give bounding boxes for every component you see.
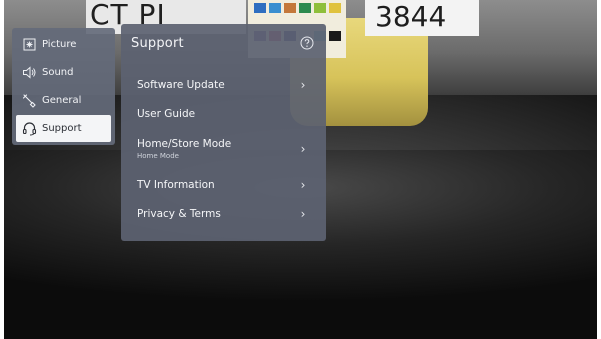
- settings-category-menu: Picture Sound General Support: [12, 28, 115, 145]
- category-item-general[interactable]: General: [16, 87, 111, 114]
- category-item-sound[interactable]: Sound: [16, 59, 111, 86]
- menu-item-text: Software Update: [137, 79, 225, 91]
- chevron-right-icon: ›: [300, 177, 306, 192]
- menu-item-user-guide[interactable]: User Guide: [121, 99, 326, 128]
- color-swatch: [254, 3, 266, 13]
- help-icon[interactable]: [300, 36, 314, 50]
- speaker-icon: [21, 65, 37, 81]
- menu-item-sublabel: Home Mode: [137, 152, 179, 160]
- menu-item-label: Privacy & Terms: [137, 207, 221, 220]
- menu-item-software-update[interactable]: Software Update ›: [121, 70, 326, 99]
- category-item-support[interactable]: Support: [16, 115, 111, 142]
- menu-item-text: Privacy & Terms: [137, 208, 221, 220]
- panel-title: Support: [131, 35, 184, 51]
- support-menu-list: Software Update › User Guide Home/Store …: [121, 62, 326, 228]
- category-item-picture[interactable]: Picture: [16, 31, 111, 58]
- category-label-general: General: [42, 95, 82, 106]
- category-label-support: Support: [42, 123, 82, 134]
- category-label-picture: Picture: [42, 39, 77, 50]
- menu-item-label: User Guide: [137, 107, 196, 120]
- menu-item-label: Home/Store Mode: [137, 138, 232, 150]
- color-swatch: [284, 3, 296, 13]
- menu-item-text: TV Information: [137, 179, 215, 191]
- color-swatch: [329, 3, 341, 13]
- menu-item-label: TV Information: [137, 178, 215, 191]
- picture-icon: [21, 37, 37, 53]
- color-swatch: [329, 30, 341, 41]
- support-panel: Support Software Update › User Guide Hom…: [121, 24, 326, 241]
- background-paper-number: 3844: [365, 0, 479, 36]
- color-swatch: [269, 3, 281, 13]
- support-panel-header: Support: [121, 24, 326, 62]
- chevron-right-icon: ›: [300, 77, 306, 92]
- menu-item-tv-information[interactable]: TV Information ›: [121, 170, 326, 199]
- menu-item-privacy-terms[interactable]: Privacy & Terms ›: [121, 199, 326, 228]
- wrench-icon: [21, 93, 37, 109]
- chevron-right-icon: ›: [300, 142, 306, 156]
- menu-item-text: Home/Store Mode Home Mode: [137, 138, 231, 160]
- menu-item-label: Software Update: [137, 78, 225, 91]
- menu-item-home-store-mode[interactable]: Home/Store Mode Home Mode ›: [121, 128, 326, 170]
- chevron-right-icon: ›: [300, 206, 306, 221]
- color-swatch: [314, 3, 326, 13]
- menu-item-text: User Guide: [137, 108, 195, 120]
- color-swatch: [299, 3, 311, 13]
- category-label-sound: Sound: [42, 67, 74, 78]
- headset-icon: [21, 121, 37, 137]
